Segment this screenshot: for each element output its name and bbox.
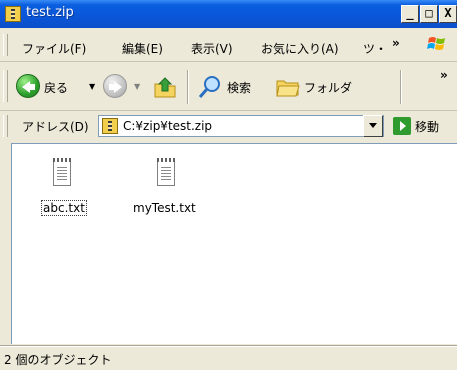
menu-grip[interactable]	[3, 34, 8, 56]
zip-folder-icon	[102, 118, 118, 134]
status-text: 2 個のオブジェクト	[4, 353, 112, 367]
status-divider	[0, 346, 457, 347]
forward-arrow-icon	[103, 74, 127, 98]
search-button[interactable]: 検索	[197, 74, 251, 100]
back-dropdown-arrow-icon[interactable]: ▼	[89, 82, 95, 91]
maximize-button[interactable]: □	[420, 5, 438, 23]
explorer-window: test.zip _ □ X ファイル(F) 編集(E) 表示(V) お気に入り…	[0, 0, 457, 370]
up-folder-button[interactable]	[152, 74, 178, 100]
file-item[interactable]: myTest.txt	[127, 158, 207, 218]
menu-edit[interactable]: 編集(E)	[122, 40, 163, 57]
windows-logo-icon	[427, 37, 445, 50]
up-folder-icon	[154, 77, 176, 98]
toolbar-overflow-chevron[interactable]: »	[440, 68, 448, 82]
title-bar[interactable]: test.zip _ □ X	[0, 0, 457, 28]
close-button[interactable]: X	[439, 5, 457, 23]
menu-bar: ファイル(F) 編集(E) 表示(V) お気に入り(A) ツ・ »	[0, 28, 457, 62]
file-name: myTest.txt	[133, 201, 196, 215]
menu-favorites[interactable]: お気に入り(A)	[261, 40, 339, 57]
file-name: abc.txt	[41, 200, 87, 216]
menu-tools[interactable]: ツ・	[363, 40, 387, 57]
folders-icon	[276, 80, 300, 97]
toolbar-grip[interactable]	[3, 70, 8, 102]
text-file-icon	[157, 158, 175, 186]
address-label: アドレス(D)	[22, 120, 89, 134]
search-label: 検索	[227, 81, 252, 95]
text-file-icon	[53, 158, 71, 186]
menu-overflow-chevron[interactable]: »	[392, 36, 400, 50]
menu-file[interactable]: ファイル(F)	[22, 40, 86, 57]
folders-button[interactable]: フォルダ	[275, 74, 352, 100]
standard-toolbar: 戻る ▼ ▼ 検索 フォルダ »	[0, 62, 457, 111]
toolbar-separator	[400, 70, 402, 104]
address-input[interactable]: C:¥zip¥test.zip	[98, 115, 384, 137]
search-magnifier-icon	[198, 76, 220, 98]
back-label: 戻る	[44, 81, 69, 95]
address-bar: アドレス(D) C:¥zip¥test.zip 移動	[0, 111, 457, 141]
address-path: C:¥zip¥test.zip	[123, 119, 213, 133]
file-item[interactable]: abc.txt	[32, 158, 92, 218]
forward-dropdown-arrow-icon[interactable]: ▼	[134, 82, 140, 91]
window-title: test.zip	[26, 5, 74, 20]
folders-label: フォルダ	[304, 81, 353, 95]
status-bar: 2 個のオブジェクト	[0, 345, 457, 370]
go-arrow-icon[interactable]	[393, 117, 411, 135]
address-grip[interactable]	[3, 115, 8, 137]
toolbar-separator	[187, 70, 189, 104]
go-button-label[interactable]: 移動	[415, 118, 439, 135]
file-list-view[interactable]: abc.txt myTest.txt	[11, 143, 457, 344]
menu-view[interactable]: 表示(V)	[191, 40, 233, 57]
back-arrow-icon	[16, 74, 40, 98]
address-dropdown-button[interactable]	[363, 115, 383, 137]
minimize-button[interactable]: _	[401, 5, 419, 23]
zip-folder-icon	[5, 6, 21, 22]
